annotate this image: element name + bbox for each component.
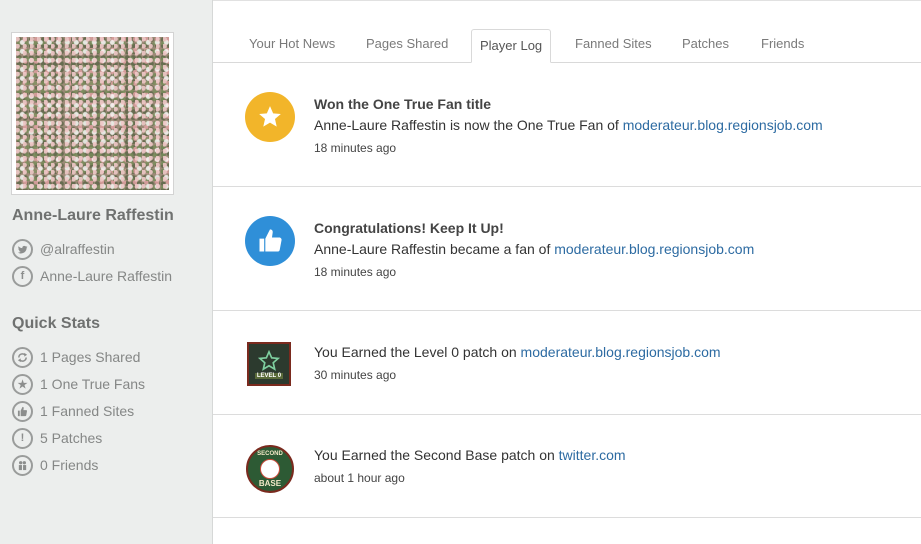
- facebook-profile-link[interactable]: f Anne-Laure Raffestin: [12, 265, 172, 287]
- feed-timestamp: 30 minutes ago: [314, 368, 397, 382]
- feed-timestamp: 18 minutes ago: [314, 141, 397, 155]
- feed-message: Anne-Laure Raffestin is now the One True…: [314, 117, 823, 134]
- avatar-image: [16, 37, 169, 190]
- stat-patches[interactable]: ! 5 Patches: [12, 427, 102, 449]
- stat-label: 1 One True Fans: [40, 376, 146, 392]
- twitter-handle: @alraffestin: [40, 241, 115, 257]
- feed-text: Won the One True Fan title Anne-Laure Ra…: [314, 96, 823, 155]
- feed-item: LEVEL 0 You Earned the Level 0 patch on …: [213, 311, 921, 415]
- twitter-icon: [12, 238, 33, 260]
- feed-item: SECOND BASE You Earned the Second Base p…: [213, 415, 921, 518]
- feed-message-text: Anne-Laure Raffestin is now the One True…: [314, 117, 623, 133]
- feed-message-text: Anne-Laure Raffestin became a fan of: [314, 241, 555, 257]
- tab-patches[interactable]: Patches: [674, 30, 737, 63]
- feed-site-link[interactable]: twitter.com: [559, 447, 626, 463]
- patch-top-label: SECOND: [257, 451, 283, 457]
- friends-icon: [12, 454, 33, 476]
- quick-stats-title: Quick Stats: [12, 315, 101, 332]
- stat-label: 5 Patches: [40, 430, 103, 446]
- feed-site-link[interactable]: moderateur.blog.regionsjob.com: [521, 344, 721, 360]
- facebook-icon: f: [12, 265, 33, 287]
- star-icon: ★: [12, 373, 33, 395]
- stat-fanned-sites[interactable]: 1 Fanned Sites: [12, 400, 134, 422]
- thumbs-up-icon: [12, 400, 33, 422]
- tab-bar: Your Hot News Pages Shared Player Log Fa…: [213, 1, 921, 63]
- feed-text: Congratulations! Keep It Up! Anne-Laure …: [314, 220, 754, 279]
- feed-message: You Earned the Second Base patch on twit…: [314, 447, 626, 464]
- twitter-handle-link[interactable]: @alraffestin: [12, 238, 115, 260]
- feed-text: You Earned the Second Base patch on twit…: [314, 447, 626, 485]
- profile-name: Anne-Laure Raffestin: [12, 207, 174, 224]
- baseball-icon: [260, 459, 280, 479]
- feed-item: Congratulations! Keep It Up! Anne-Laure …: [213, 187, 921, 311]
- feed-title: Won the One True Fan title: [314, 96, 492, 112]
- facebook-name: Anne-Laure Raffestin: [40, 268, 173, 284]
- feed-site-link[interactable]: moderateur.blog.regionsjob.com: [623, 117, 823, 133]
- tab-pages-shared[interactable]: Pages Shared: [358, 30, 456, 63]
- stat-label: 0 Friends: [40, 457, 99, 473]
- feed-message-text: You Earned the Level 0 patch on: [314, 344, 521, 360]
- patch-level-label: LEVEL 0: [254, 372, 284, 379]
- tab-player-log[interactable]: Player Log: [471, 29, 552, 63]
- feed-message-text: You Earned the Second Base patch on: [314, 447, 559, 463]
- stat-one-true-fans[interactable]: ★ 1 One True Fans: [12, 373, 145, 395]
- feed-message: You Earned the Level 0 patch on moderate…: [314, 344, 721, 361]
- stat-pages-shared[interactable]: 1 Pages Shared: [12, 346, 140, 368]
- feed-item: Won the One True Fan title Anne-Laure Ra…: [213, 63, 921, 187]
- feed-text: You Earned the Level 0 patch on moderate…: [314, 344, 721, 382]
- feed-title: Congratulations! Keep It Up!: [314, 220, 504, 236]
- stat-friends[interactable]: 0 Friends: [12, 454, 98, 476]
- feed-timestamp: 18 minutes ago: [314, 265, 397, 279]
- second-base-patch-icon: SECOND BASE: [246, 445, 294, 493]
- stat-label: 1 Fanned Sites: [40, 403, 135, 419]
- stat-label: 1 Pages Shared: [40, 349, 141, 365]
- tab-fanned-sites[interactable]: Fanned Sites: [567, 30, 660, 63]
- star-badge-icon: [245, 92, 295, 142]
- main-content: Your Hot News Pages Shared Player Log Fa…: [213, 0, 921, 544]
- level-patch-icon: LEVEL 0: [247, 342, 291, 386]
- patch-bottom-label: BASE: [258, 479, 282, 488]
- feed-message: Anne-Laure Raffestin became a fan of mod…: [314, 241, 754, 258]
- profile-sidebar: Anne-Laure Raffestin @alraffestin f Anne…: [0, 0, 213, 544]
- feed-timestamp: about 1 hour ago: [314, 471, 405, 485]
- avatar[interactable]: [11, 32, 174, 195]
- tab-friends[interactable]: Friends: [753, 30, 812, 63]
- tab-your-hot-news[interactable]: Your Hot News: [241, 30, 343, 63]
- thumbs-up-badge-icon: [245, 216, 295, 266]
- share-icon: [12, 346, 33, 368]
- exclamation-icon: !: [12, 427, 33, 449]
- feed-site-link[interactable]: moderateur.blog.regionsjob.com: [554, 241, 754, 257]
